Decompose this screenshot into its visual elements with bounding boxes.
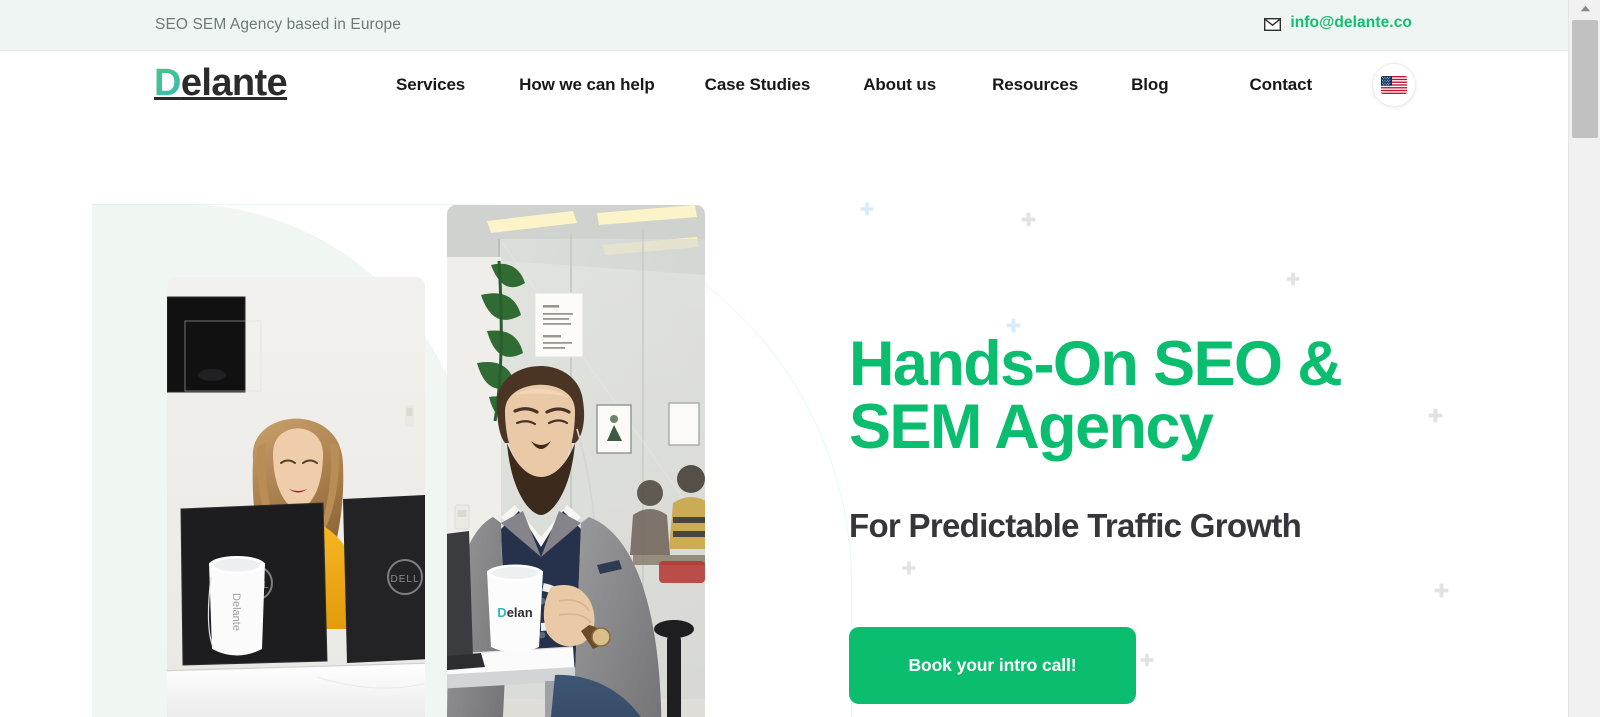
nav-item-how-we-can-help[interactable]: How we can help — [519, 75, 655, 95]
nav-item-services[interactable]: Services — [396, 75, 465, 95]
tagline-text: SEO SEM Agency based in Europe — [155, 16, 401, 33]
team-man-office-photo: Delan — [447, 205, 705, 717]
browser-viewport: SEO SEM Agency based in Europe info@dela… — [0, 0, 1600, 717]
plus-sprinkle-icon — [860, 202, 874, 216]
email-link[interactable]: info@delante.co — [1264, 14, 1412, 32]
plus-sprinkle-icon — [1286, 272, 1300, 286]
email-text: info@delante.co — [1290, 14, 1412, 31]
envelope-icon — [1264, 17, 1282, 31]
team-women-laptops-photo: DELL DELL Delante — [167, 277, 425, 717]
plus-sprinkle-icon — [902, 561, 916, 575]
hero-title-line-1: Hands-On SEO & — [849, 329, 1343, 399]
plus-sprinkle-icon — [1434, 583, 1449, 598]
nav-item-blog[interactable]: Blog — [1131, 75, 1168, 95]
book-intro-call-button[interactable]: Book your intro call! — [849, 627, 1136, 704]
hero-title-line-2: SEM Agency — [849, 392, 1214, 462]
svg-text:DELL: DELL — [390, 574, 419, 585]
site-logo[interactable]: Delante — [154, 62, 288, 104]
nav-item-contact[interactable]: Contact — [1250, 75, 1313, 95]
scrollbar-thumb[interactable] — [1572, 20, 1598, 138]
browser-scrollbar[interactable] — [1568, 0, 1600, 717]
nav-item-about-us[interactable]: About us — [863, 75, 936, 95]
top-utility-bar: SEO SEM Agency based in Europe info@dela… — [0, 0, 1568, 51]
plus-sprinkle-icon — [1021, 212, 1036, 227]
logo-wordmark: elante — [180, 62, 288, 104]
page-title: Hands-On SEO & SEM Agency — [849, 333, 1449, 459]
primary-navigation: Services How we can help Case Studies Ab… — [396, 51, 1312, 118]
logo-letter-d: D — [154, 62, 181, 104]
plus-sprinkle-icon — [1140, 653, 1154, 667]
nav-item-case-studies[interactable]: Case Studies — [705, 75, 811, 95]
hero-section: DELL DELL Delante — [0, 118, 1568, 717]
language-switcher-button[interactable] — [1372, 63, 1416, 107]
svg-text:Delan: Delan — [497, 605, 532, 620]
hero-subtitle: For Predictable Traffic Growth — [849, 507, 1302, 544]
main-navbar: Delante Services How we can help Case St… — [0, 51, 1568, 118]
svg-text:Delante: Delante — [230, 593, 242, 631]
nav-item-resources[interactable]: Resources — [992, 75, 1078, 95]
page-content: SEO SEM Agency based in Europe info@dela… — [0, 0, 1568, 717]
scroll-up-arrow-icon[interactable] — [1569, 0, 1600, 17]
us-flag-icon — [1381, 76, 1407, 94]
